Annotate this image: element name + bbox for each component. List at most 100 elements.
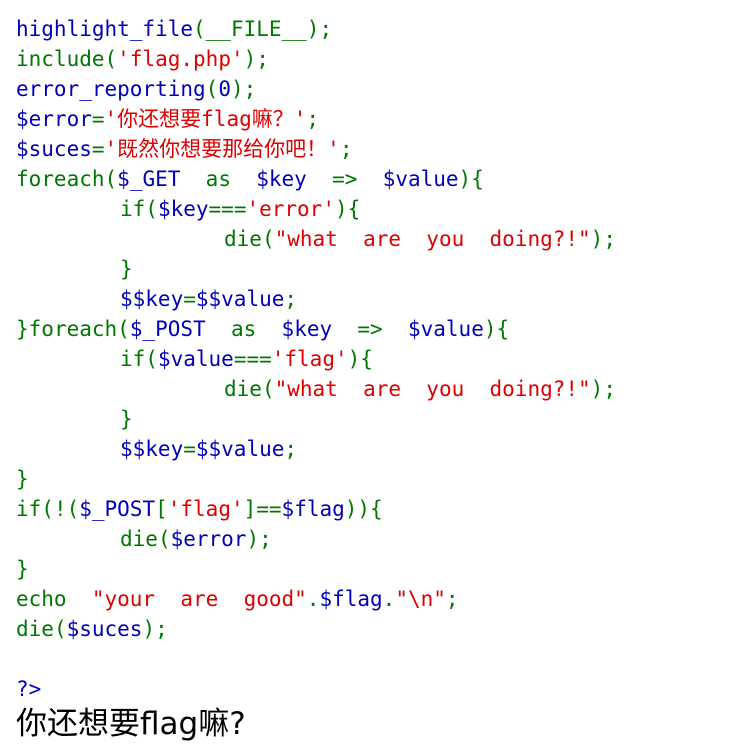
code-token: === xyxy=(233,347,272,371)
code-token: if xyxy=(16,497,42,521)
code-token: ){ xyxy=(458,167,484,191)
code-token: => xyxy=(306,167,383,191)
code-token: $_GET xyxy=(117,167,181,191)
code-line: $error='你还想要flag嘛？'; xyxy=(16,104,616,134)
code-line: die("what are you doing?!"); xyxy=(16,374,616,404)
code-token: die xyxy=(224,227,262,251)
code-token: $error xyxy=(170,527,247,551)
code-token: } xyxy=(16,557,29,581)
code-token: ( xyxy=(145,347,158,371)
code-token: "your are good" xyxy=(91,587,307,611)
code-line: } xyxy=(16,254,616,284)
code-token: ); xyxy=(230,77,257,101)
code-token: die xyxy=(224,377,262,401)
code-token: if xyxy=(120,197,146,221)
code-token: } xyxy=(120,257,133,281)
code-token: 'flag' xyxy=(271,347,348,371)
code-token: $suces xyxy=(16,137,92,161)
code-token: ( xyxy=(53,617,67,641)
code-line: die($suces); xyxy=(16,614,616,644)
code-token: $key xyxy=(281,317,333,341)
code-token: } xyxy=(16,467,29,491)
code-token: '你还想要flag嘛？' xyxy=(104,107,307,131)
code-token: ); xyxy=(590,377,616,401)
code-token: ; xyxy=(306,107,320,131)
code-token: $$value xyxy=(195,287,285,311)
code-line: $$key=$$value; xyxy=(16,434,616,464)
code-token: $suces xyxy=(66,617,143,641)
code-token: ?> xyxy=(16,677,42,701)
code-token: ( xyxy=(261,227,275,251)
code-line: ?> xyxy=(16,674,616,704)
script-output-text: 你还想要flag嘛? xyxy=(16,706,246,742)
code-token: ); xyxy=(243,47,269,71)
code-token: (!( xyxy=(41,497,80,521)
code-token: . xyxy=(382,587,396,611)
code-token: ; xyxy=(445,587,459,611)
code-line: $suces='既然你想要那给你吧！'; xyxy=(16,134,616,164)
code-token: 'flag' xyxy=(167,497,244,521)
code-token: => xyxy=(332,317,408,341)
code-token: foreach xyxy=(16,167,105,191)
code-token: ( xyxy=(145,197,158,221)
code-token: include xyxy=(16,47,105,71)
code-line: if($value==='flag'){ xyxy=(16,344,616,374)
code-token: = xyxy=(183,287,196,311)
code-line: highlight_file(__FILE__); xyxy=(16,14,616,44)
code-token: ){ xyxy=(483,317,510,341)
code-token: highlight_file xyxy=(16,17,194,41)
code-token: ( xyxy=(157,527,171,551)
code-line: foreach($_GET as $key => $value){ xyxy=(16,164,616,194)
code-token: (__FILE__); xyxy=(193,17,333,41)
code-token: ); xyxy=(142,617,168,641)
code-token: $error xyxy=(16,107,92,131)
code-token: ; xyxy=(284,437,298,461)
code-token: $$value xyxy=(195,437,285,461)
code-token: } xyxy=(16,317,29,341)
code-line: error_reporting(0); xyxy=(16,74,616,104)
code-token: $_POST xyxy=(79,497,156,521)
code-token: $$key xyxy=(120,437,184,461)
code-token: ( xyxy=(104,47,118,71)
code-token: $$key xyxy=(120,287,184,311)
code-token: $value xyxy=(382,167,459,191)
code-token: die xyxy=(120,527,158,551)
code-token: } xyxy=(120,407,133,431)
code-token: ){ xyxy=(347,347,373,371)
code-token: = xyxy=(91,107,105,131)
code-token: $value xyxy=(407,317,484,341)
code-token: ( xyxy=(104,167,118,191)
code-token: 'error' xyxy=(246,197,335,221)
code-token: foreach xyxy=(28,317,118,341)
code-token: ; xyxy=(284,287,298,311)
code-token: "what are you doing?!" xyxy=(274,227,591,251)
code-line: die($error); xyxy=(16,524,616,554)
code-token: ( xyxy=(261,377,275,401)
code-token: "\n" xyxy=(395,587,446,611)
code-line: if(!($_POST['flag']==$flag)){ xyxy=(16,494,616,524)
code-line: include('flag.php'); xyxy=(16,44,616,74)
code-token: $flag xyxy=(281,497,345,521)
code-token: ); xyxy=(246,527,272,551)
code-line: } xyxy=(16,554,616,584)
code-token: "what are you doing?!" xyxy=(274,377,591,401)
php-source-listing: highlight_file(__FILE__); include('flag.p… xyxy=(16,14,616,704)
code-token: 'flag.php' xyxy=(117,47,244,71)
code-token: = xyxy=(183,437,196,461)
code-token: . xyxy=(306,587,320,611)
code-token: die xyxy=(16,617,54,641)
code-token: )){ xyxy=(344,497,383,521)
code-line: die("what are you doing?!"); xyxy=(16,224,616,254)
code-token: ( xyxy=(117,317,130,341)
code-token: ( xyxy=(205,77,219,101)
code-line: } xyxy=(16,404,616,434)
code-token: ){ xyxy=(334,197,361,221)
code-line: $$key=$$value; xyxy=(16,284,616,314)
code-token: [ xyxy=(155,497,168,521)
code-token: '既然你想要那给你吧！' xyxy=(104,137,340,161)
code-line: echo "your are good".$flag."\n"; xyxy=(16,584,616,614)
code-token: error_reporting xyxy=(16,77,206,101)
code-token: 0 xyxy=(218,77,231,101)
code-line: } xyxy=(16,464,616,494)
code-line: }foreach($_POST as $key => $value){ xyxy=(16,314,616,344)
